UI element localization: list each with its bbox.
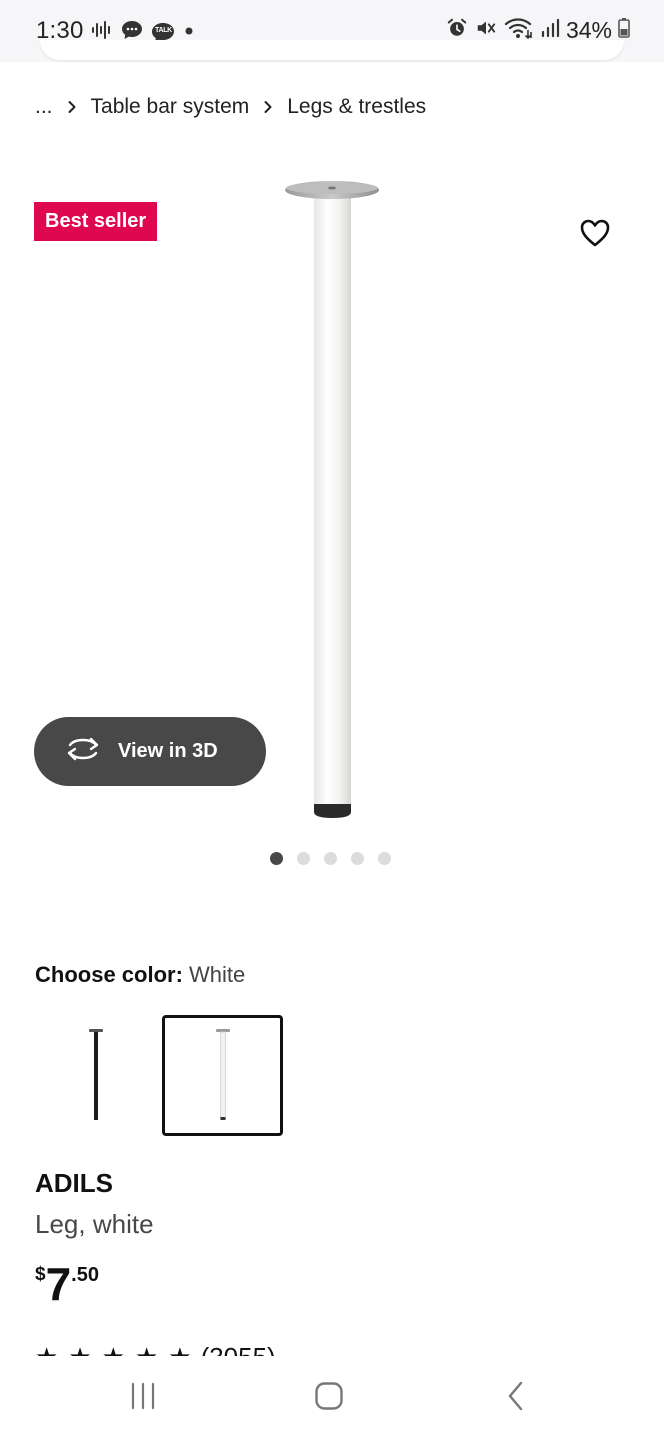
best-seller-badge: Best seller <box>34 202 158 241</box>
carousel-dot[interactable] <box>351 852 364 865</box>
product-description: Leg, white <box>35 1209 154 1239</box>
product-rating[interactable]: ★ ★ ★ ★ ★ (3055) <box>35 1344 276 1356</box>
price-integer: 7 <box>45 1258 72 1310</box>
white-leg-thumbnail <box>215 1028 230 1120</box>
system-navigation-bar <box>0 1356 664 1440</box>
carousel-indicator <box>270 852 391 865</box>
product-name: ADILS <box>35 1168 113 1198</box>
color-option-white[interactable] <box>162 1015 283 1136</box>
breadcrumb-ellipsis[interactable]: ... <box>35 95 53 119</box>
choose-color-value: White <box>189 962 246 987</box>
carousel-dot[interactable] <box>270 852 283 865</box>
choose-color: Choose color: White <box>35 962 245 988</box>
choose-color-label: Choose color: <box>35 962 183 987</box>
view-in-3d-label: View in 3D <box>118 740 218 762</box>
kakaotalk-label: TALK <box>155 26 172 34</box>
star-icon: ★ <box>35 1344 58 1356</box>
star-icon: ★ <box>68 1344 91 1356</box>
search-bar-edge[interactable] <box>40 40 624 60</box>
back-button[interactable] <box>494 1376 538 1420</box>
carousel-dot[interactable] <box>297 852 310 865</box>
rating-count: (3055) <box>201 1344 276 1356</box>
price-currency: $ <box>35 1264 46 1285</box>
home-button[interactable] <box>307 1376 351 1420</box>
carousel-dot[interactable] <box>378 852 391 865</box>
product-price: $ 7 .50 <box>35 1258 99 1310</box>
recents-icon <box>128 1381 158 1416</box>
breadcrumb: ... Table bar system Legs & trestles <box>35 95 426 119</box>
breadcrumb-table-bar-system[interactable]: Table bar system <box>91 95 250 119</box>
back-icon <box>505 1380 527 1417</box>
recents-button[interactable] <box>121 1376 165 1420</box>
carousel-dot[interactable] <box>324 852 337 865</box>
color-option-black[interactable] <box>35 1015 156 1136</box>
breadcrumb-legs-trestles[interactable]: Legs & trestles <box>287 95 426 119</box>
star-icon: ★ <box>135 1344 158 1356</box>
black-leg-thumbnail <box>88 1028 103 1120</box>
rating-stars: ★ ★ ★ ★ ★ <box>35 1344 192 1356</box>
view-in-3d-button[interactable]: View in 3D <box>34 717 266 786</box>
chevron-right-icon <box>67 100 77 114</box>
rotate-3d-icon <box>64 736 102 768</box>
chevron-right-icon <box>263 100 273 114</box>
heart-icon <box>579 218 611 253</box>
price-decimal: .50 <box>71 1264 99 1286</box>
favorite-button[interactable] <box>576 216 614 254</box>
home-icon <box>314 1381 344 1416</box>
star-icon: ★ <box>102 1344 125 1356</box>
star-icon: ★ <box>168 1344 191 1356</box>
